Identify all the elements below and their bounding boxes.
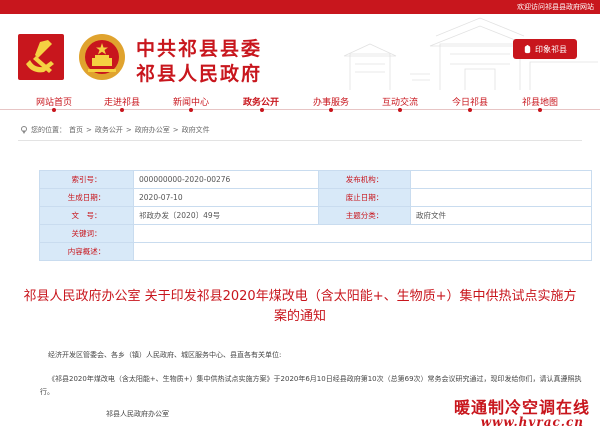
meta-key-created: 生成日期：	[39, 188, 134, 207]
party-emblem-icon	[18, 34, 64, 80]
breadcrumb-item-docs[interactable]: 政府文件	[182, 125, 210, 135]
meta-key-doc-number: 文 号：	[39, 206, 134, 225]
nav-dot	[52, 108, 56, 112]
meta-value-category: 政府文件	[410, 206, 592, 225]
impression-qixian-button[interactable]: 印象祁县	[513, 39, 577, 59]
document-title: 祁县人民政府办公室 关于印发祁县2020年煤改电（含太阳能+、生物质+）集中供热…	[23, 289, 577, 324]
breadcrumb-item-office[interactable]: 政府办公室	[135, 125, 170, 135]
table-row: 生成日期： 2020-07-10 废止日期：	[39, 188, 592, 207]
nav-dot	[120, 108, 124, 112]
lantern-icon	[524, 44, 531, 53]
nav-item-map[interactable]: 祁县地图	[522, 95, 558, 108]
document-signature: 祁县人民政府办公室	[106, 410, 169, 418]
table-row: 关键词：	[39, 224, 592, 243]
meta-key-keywords: 关键词：	[39, 224, 134, 243]
welcome-text: 欢迎访问祁县县政府网站	[517, 3, 594, 11]
nav-dot	[189, 108, 193, 112]
nav-item-about[interactable]: 走进祁县	[104, 95, 140, 108]
meta-value-created: 2020-07-10	[133, 188, 319, 207]
document-addressees: 经济开发区管委会、各乡（镇）人民政府、城区服务中心、县直各有关单位:	[48, 351, 282, 359]
meta-value-summary	[133, 242, 592, 261]
nav-dot	[468, 108, 472, 112]
meta-value-keywords	[133, 224, 592, 243]
site-header: 中共祁县县委 祁县人民政府 印象祁县	[0, 14, 600, 90]
table-row: 索引号： 000000000-2020-00276 发布机构：	[39, 170, 592, 189]
meta-key-index: 索引号：	[39, 170, 134, 189]
nav-dot	[538, 108, 542, 112]
nav-dot	[329, 108, 333, 112]
nav-item-services[interactable]: 办事服务	[313, 95, 349, 108]
nav-item-news[interactable]: 新闻中心	[173, 95, 209, 108]
watermark-url: www.hvrac.cn	[480, 415, 584, 429]
impression-qixian-label: 印象祁县	[535, 44, 567, 54]
table-row: 内容概述：	[39, 242, 592, 261]
meta-key-publisher: 发布机构：	[318, 170, 411, 189]
meta-key-abolished: 废止日期：	[318, 188, 411, 207]
meta-key-summary: 内容概述：	[39, 242, 134, 261]
breadcrumb: 您的位置： 首页 > 政务公开 > 政府办公室 > 政府文件	[20, 125, 210, 135]
location-pin-icon	[21, 126, 27, 134]
top-bar: 欢迎访问祁县县政府网站	[0, 0, 600, 14]
nav-item-interaction[interactable]: 互动交流	[382, 95, 418, 108]
nav-item-today[interactable]: 今日祁县	[452, 95, 488, 108]
meta-value-publisher	[410, 170, 592, 189]
nav-item-home[interactable]: 网站首页	[36, 95, 72, 108]
document-meta-table: 索引号： 000000000-2020-00276 发布机构： 生成日期： 20…	[39, 170, 592, 261]
breadcrumb-item-gov-affairs[interactable]: 政务公开	[95, 125, 123, 135]
meta-value-index: 000000000-2020-00276	[133, 170, 319, 189]
site-title-line2: 祁县人民政府	[136, 63, 263, 85]
meta-value-abolished	[410, 188, 592, 207]
breadcrumb-separator: >	[86, 126, 92, 134]
breadcrumb-prefix: 您的位置：	[31, 126, 66, 134]
meta-key-category: 主题分类：	[318, 206, 411, 225]
nav-item-gov-affairs[interactable]: 政务公开	[243, 95, 279, 108]
breadcrumb-separator: >	[172, 126, 179, 134]
meta-value-doc-number: 祁政办发〔2020〕49号	[133, 206, 319, 225]
main-nav: 网站首页 走进祁县 新闻中心 政务公开 办事服务 互动交流 今日祁县 祁县地图	[0, 90, 600, 112]
nav-dot	[398, 108, 402, 112]
table-row: 文 号： 祁政办发〔2020〕49号 主题分类： 政府文件	[39, 206, 592, 225]
breadcrumb-divider	[18, 140, 582, 141]
nav-dot-active	[260, 108, 264, 112]
national-emblem-icon	[79, 34, 125, 80]
breadcrumb-separator: >	[125, 126, 132, 134]
breadcrumb-item-home[interactable]: 首页	[69, 125, 83, 135]
site-watermark: 暖通制冷空调在线 www.hvrac.cn	[422, 394, 598, 434]
site-title-line1: 中共祁县县委	[136, 38, 263, 60]
nav-divider	[0, 109, 600, 110]
